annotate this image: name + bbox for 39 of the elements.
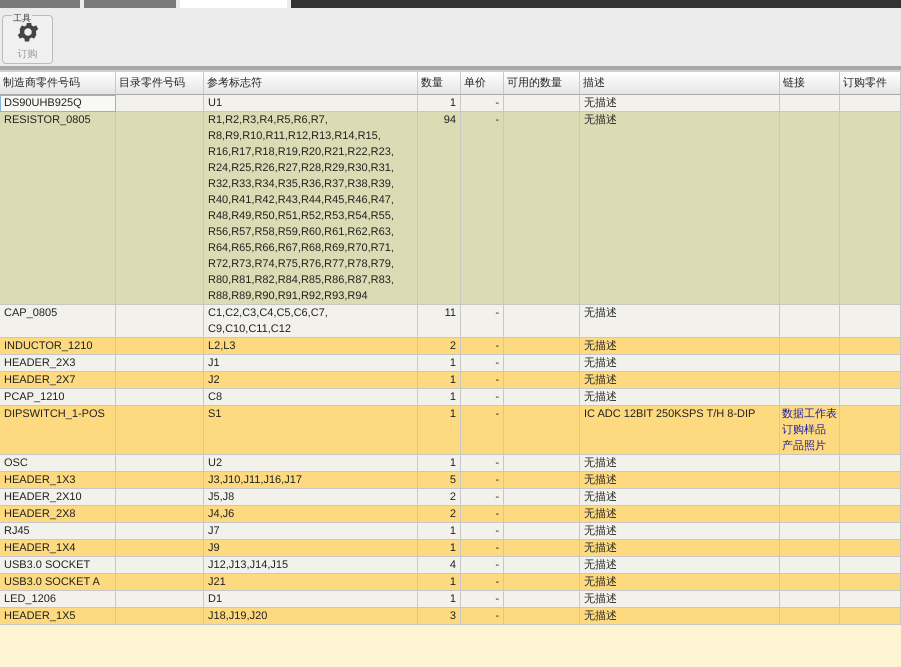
table-cell: J18,J19,J20 — [204, 608, 418, 625]
table-row[interactable]: USB3.0 SOCKET A J21 1 - 无描述 — [0, 574, 901, 591]
table-cell: - — [461, 608, 504, 625]
table-cell: HEADER_1X5 — [0, 608, 116, 625]
link[interactable]: 产品照片 — [782, 438, 837, 454]
table-row[interactable]: DIPSWITCH_1-POS S1 1 - IC ADC 12BIT 250KSPS T/H 8-DIP 数据工作表 订购样品 产品照片 — [0, 406, 901, 455]
table-row[interactable]: LED_1206 D1 1 - 无描述 — [0, 591, 901, 608]
group-label: 工具 — [12, 13, 32, 23]
table-cell: 无描述 — [580, 608, 780, 625]
column-header[interactable]: 目录零件号码 — [116, 72, 204, 95]
column-header[interactable]: 参考标志符 — [204, 72, 418, 95]
table-row[interactable]: INDUCTOR_1210 L2,L3 2 - 无描述 — [0, 338, 901, 355]
column-header[interactable]: 单价 — [461, 72, 504, 95]
column-header[interactable]: 订购零件 — [840, 72, 901, 95]
table-row[interactable]: PCAP_1210 C8 1 - 无描述 — [0, 389, 901, 406]
column-header[interactable]: 描述 — [580, 72, 780, 95]
column-header[interactable]: 数量 — [418, 72, 461, 95]
table-cell: 3 — [418, 608, 461, 625]
table-row[interactable]: OSC U2 1 - 无描述 — [0, 455, 901, 472]
table-row[interactable]: HEADER_1X4 J9 1 - 无描述 — [0, 540, 901, 557]
table-row[interactable]: USB3.0 SOCKET J12,J13,J14,J15 4 - 无描述 — [0, 557, 901, 574]
table-row[interactable]: HEADER_2X8 J4,J6 2 - 无描述 — [0, 506, 901, 523]
column-header[interactable]: 可用的数量 — [504, 72, 580, 95]
table-row[interactable]: CAP_0805 C1,C2,C3,C4,C5,C6,C7, C9,C10,C11,C12 11 - 无描述 — [0, 305, 901, 338]
table-row[interactable]: RJ45 J7 1 - 无描述 — [0, 523, 901, 540]
table-row[interactable]: HEADER_2X3 J1 1 - 无描述 — [0, 355, 901, 372]
table-row[interactable]: HEADER_2X7 J2 1 - 无描述 — [0, 372, 901, 389]
table-row[interactable]: DS90UHB925Q U1 1 - 无描述 — [0, 95, 901, 112]
tab[interactable] — [84, 0, 176, 8]
table-row[interactable]: HEADER_1X5 J18,J19,J20 3 - 无描述 — [0, 608, 901, 625]
table-cell: DS90UHB925Q — [0, 95, 116, 112]
table-row[interactable]: HEADER_2X10 J5,J8 2 - 无描述 — [0, 489, 901, 506]
link[interactable]: 数据工作表 — [782, 406, 837, 422]
table-row[interactable]: HEADER_1X3 J3,J10,J11,J16,J17 5 - 无描述 — [0, 472, 901, 489]
column-header[interactable]: 制造商零件号码 — [0, 72, 116, 95]
tab[interactable] — [0, 0, 80, 8]
column-header[interactable]: 链接 — [780, 72, 840, 95]
link[interactable]: 订购样品 — [782, 422, 837, 438]
table-row[interactable] — [0, 112, 901, 305]
